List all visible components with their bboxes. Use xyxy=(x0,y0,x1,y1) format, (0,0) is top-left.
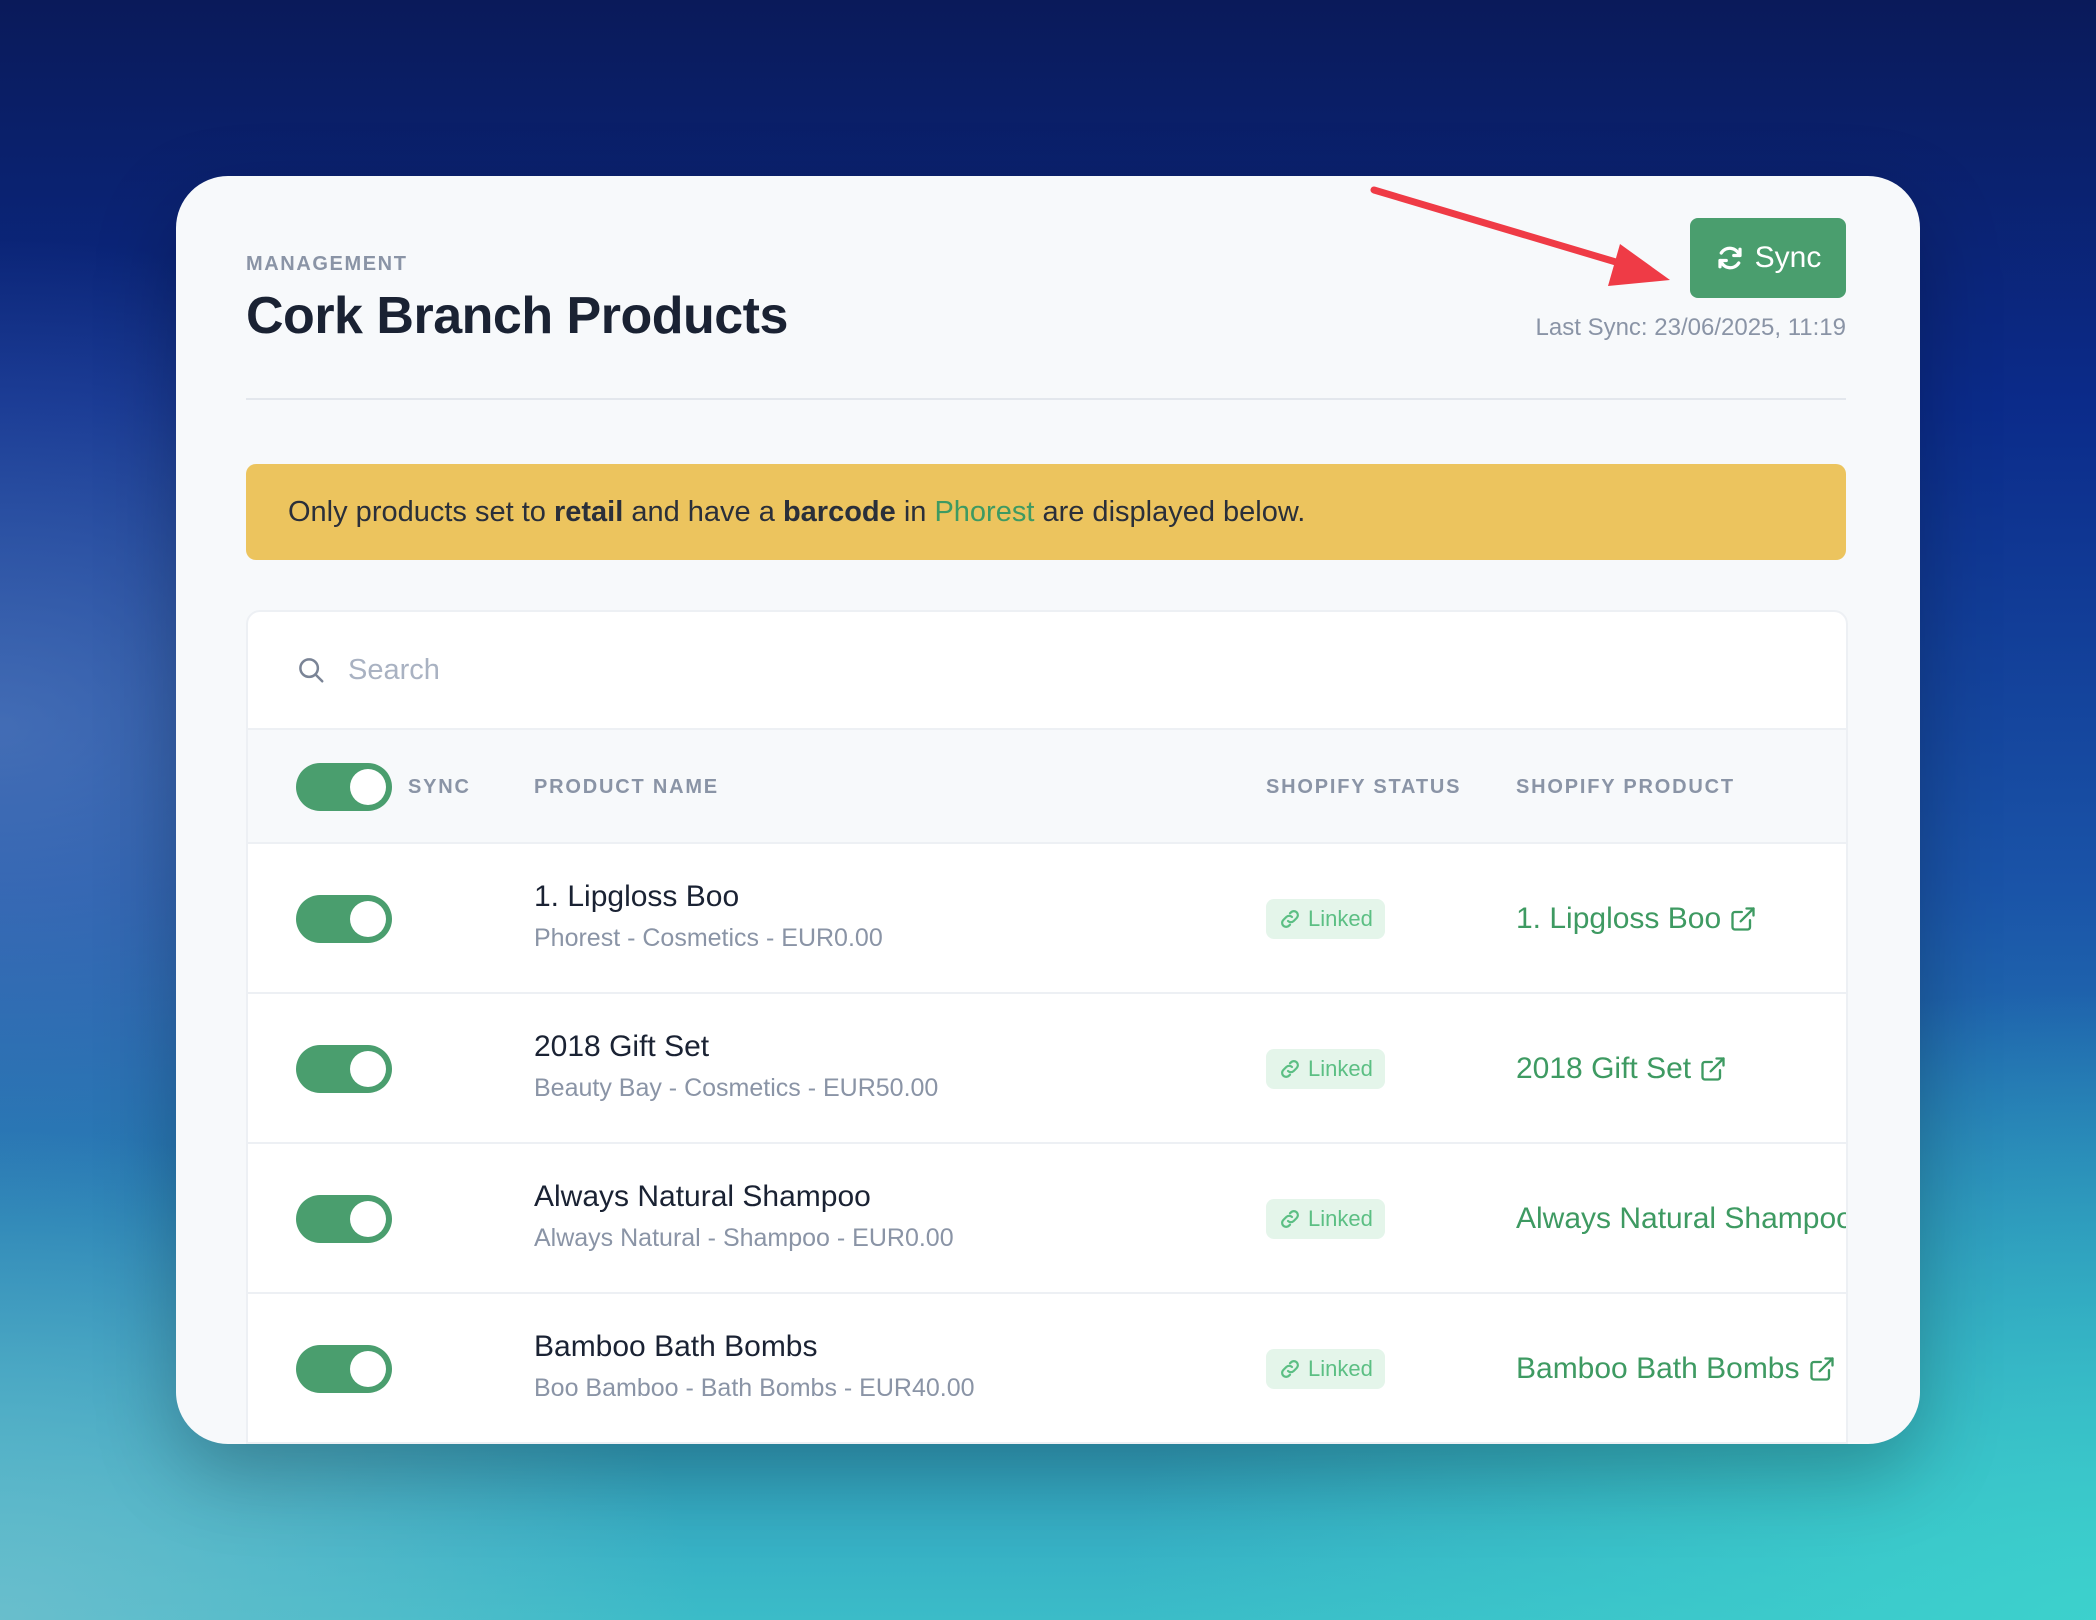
row-sync-toggle[interactable] xyxy=(296,1345,392,1393)
toggle-knob xyxy=(350,1201,386,1237)
notice-phorest-link[interactable]: Phorest xyxy=(934,496,1034,529)
product-meta: Beauty Bay - Cosmetics - EUR50.00 xyxy=(534,1074,939,1102)
search-input[interactable] xyxy=(348,653,948,687)
status-badge-label: Linked xyxy=(1308,1056,1373,1081)
shopify-product-name: Bamboo Bath Bombs xyxy=(1516,1352,1800,1385)
status-badge: Linked xyxy=(1266,1049,1385,1089)
notice-text-2: and have a xyxy=(623,495,783,528)
status-badge-label: Linked xyxy=(1308,906,1373,931)
product-name: 1. Lipgloss Boo xyxy=(534,880,740,913)
shopify-product-link[interactable]: 2018 Gift Set xyxy=(1516,994,1727,1144)
product-meta: Phorest - Cosmetics - EUR0.00 xyxy=(534,924,883,952)
products-panel: MANAGEMENT Cork Branch Products Sync Las… xyxy=(176,176,1920,1444)
shopify-product-link[interactable]: Bamboo Bath Bombs xyxy=(1516,1294,1836,1444)
shopify-product-link[interactable]: Always Natural Shampoo xyxy=(1516,1144,1848,1294)
shopify-product-name: 2018 Gift Set xyxy=(1516,1052,1692,1085)
product-meta: Boo Bamboo - Bath Bombs - EUR40.00 xyxy=(534,1374,975,1402)
product-meta: Always Natural - Shampoo - EUR0.00 xyxy=(534,1224,954,1252)
table-row: Always Natural Shampoo Always Natural - … xyxy=(248,1144,1846,1294)
link-icon xyxy=(1281,1210,1299,1228)
product-name: Bamboo Bath Bombs xyxy=(534,1330,818,1363)
status-badge: Linked xyxy=(1266,1349,1385,1389)
table-header: SYNC PRODUCT NAME SHOPIFY STATUS SHOPIFY… xyxy=(248,730,1846,844)
sync-button-label: Sync xyxy=(1754,241,1822,274)
column-header-sync[interactable]: SYNC xyxy=(408,730,471,844)
notice-barcode: barcode xyxy=(782,495,896,528)
column-header-shopify-status[interactable]: SHOPIFY STATUS xyxy=(1266,730,1461,844)
search-icon xyxy=(299,658,324,683)
table-row: Bamboo Bath Bombs Boo Bamboo - Bath Bomb… xyxy=(248,1294,1846,1444)
sync-all-toggle[interactable] xyxy=(296,763,392,811)
toggle-knob xyxy=(350,1051,386,1087)
column-header-product-name[interactable]: PRODUCT NAME xyxy=(534,730,719,844)
toggle-knob xyxy=(350,901,386,937)
products-table: SYNC PRODUCT NAME SHOPIFY STATUS SHOPIFY… xyxy=(246,610,1848,1444)
row-sync-toggle[interactable] xyxy=(296,895,392,943)
shopify-product-name: 1. Lipgloss Boo xyxy=(1516,902,1722,935)
refresh-icon xyxy=(1718,246,1742,270)
section-eyebrow: MANAGEMENT xyxy=(246,253,408,275)
status-badge-label: Linked xyxy=(1308,1356,1373,1381)
retail-notice-banner: Only products set to retail and have a b… xyxy=(246,464,1846,560)
row-sync-toggle[interactable] xyxy=(296,1045,392,1093)
link-icon xyxy=(1281,1360,1299,1378)
page-title: Cork Branch Products xyxy=(246,287,788,345)
notice-text-1: Only products set to xyxy=(288,495,554,528)
row-sync-toggle[interactable] xyxy=(296,1195,392,1243)
external-link-icon xyxy=(1701,1057,1725,1081)
toggle-knob xyxy=(350,1351,386,1387)
link-icon xyxy=(1281,1060,1299,1078)
product-name: Always Natural Shampoo xyxy=(534,1180,871,1213)
table-row: 1. Lipgloss Boo Phorest - Cosmetics - EU… xyxy=(248,844,1846,994)
status-badge-label: Linked xyxy=(1308,1206,1373,1231)
shopify-product-link[interactable]: 1. Lipgloss Boo xyxy=(1516,844,1757,994)
search-bar xyxy=(248,612,1846,730)
status-badge: Linked xyxy=(1266,899,1385,939)
product-name: 2018 Gift Set xyxy=(534,1030,710,1063)
status-badge: Linked xyxy=(1266,1199,1385,1239)
column-header-shopify-product[interactable]: SHOPIFY PRODUCT xyxy=(1516,730,1735,844)
notice-text-4: are displayed below. xyxy=(1034,495,1306,528)
header-divider xyxy=(246,398,1846,400)
notice-text-3: in xyxy=(895,495,935,528)
external-link-icon xyxy=(1731,907,1755,931)
notice-retail: retail xyxy=(553,495,624,528)
last-sync-timestamp: Last Sync: 23/06/2025, 11:19 xyxy=(1535,314,1846,341)
sync-button[interactable]: Sync xyxy=(1690,218,1846,298)
table-row: 2018 Gift Set Beauty Bay - Cosmetics - E… xyxy=(248,994,1846,1144)
link-icon xyxy=(1281,910,1299,928)
external-link-icon xyxy=(1809,1357,1834,1381)
shopify-product-name: Always Natural Shampoo xyxy=(1516,1202,1848,1235)
toggle-knob xyxy=(350,769,386,805)
